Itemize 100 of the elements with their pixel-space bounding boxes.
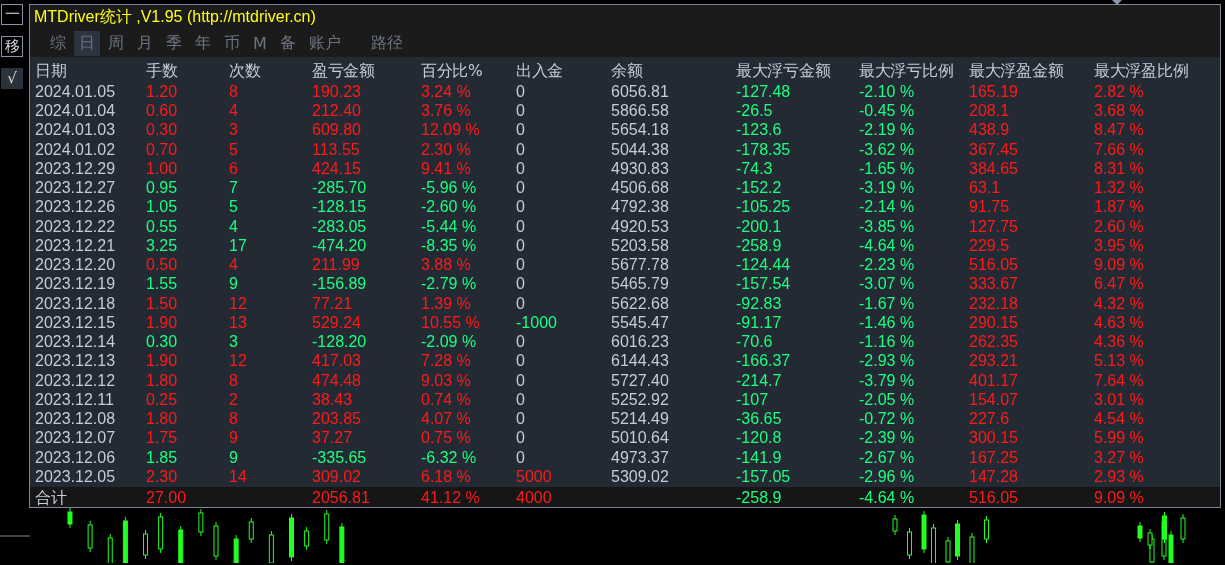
column-header: 出入金 — [516, 62, 565, 82]
column-header: 最大浮亏比例 — [859, 62, 955, 82]
table-cell-text: 0 — [516, 274, 526, 294]
table-cell-text: 2023.12.22 — [35, 216, 117, 236]
table-cell-text: 0 — [516, 81, 526, 101]
table-cell-text: -105.25 — [736, 197, 792, 217]
table-cell-text: 0.25 — [146, 389, 179, 409]
table-cell-text: -4.64 % — [859, 235, 916, 255]
candle — [67, 508, 73, 529]
candle — [87, 520, 93, 553]
tab[interactable]: 币 — [219, 30, 245, 56]
table-cell-text: 5622.68 — [611, 293, 670, 313]
table-cell-text: 5866.58 — [611, 101, 670, 121]
tab[interactable]: 备 — [274, 30, 301, 56]
side-button[interactable]: √ — [1, 68, 23, 89]
column-header: 盈亏金额 — [312, 62, 376, 82]
table-cell-text: -128.20 — [312, 332, 368, 352]
table-cell-text: 4.54 % — [1094, 409, 1145, 429]
table-cell-text: 6016.23 — [611, 332, 670, 352]
table-cell-text: 5545.47 — [611, 312, 670, 332]
table-cell-text: 0.50 — [146, 255, 179, 275]
table-cell-text: 0.95 — [146, 178, 179, 198]
table-cell-text: 438.9 — [969, 120, 1011, 140]
table-cell-text: -36.65 — [736, 409, 783, 429]
table-cell-text: -258.9 — [736, 487, 783, 507]
candle — [921, 510, 927, 554]
table-cell-text: 167.25 — [969, 447, 1019, 467]
table-cell-text: -2.23 % — [859, 255, 916, 275]
table-cell-text: 0.70 — [146, 139, 179, 159]
table-cell-text: 147.28 — [969, 466, 1019, 486]
table-cell-text: 2023.12.05 — [35, 466, 117, 486]
tab[interactable]: 日 — [74, 30, 100, 56]
tab[interactable]: 季 — [161, 30, 187, 56]
tab[interactable]: M — [248, 31, 272, 55]
table-cell-text: 7 — [229, 178, 239, 198]
table-cell-text: 5214.49 — [611, 409, 670, 429]
table-cell-text: -1.46 % — [859, 312, 916, 332]
tab[interactable]: 年 — [190, 30, 216, 56]
table-cell-text: 262.35 — [969, 332, 1019, 352]
table-cell-text: 2023.12.13 — [35, 351, 117, 371]
table-cell-text: 2.30 — [146, 466, 179, 486]
table-cell-text: 2023.12.12 — [35, 370, 117, 390]
table-cell-text: 529.24 — [312, 312, 362, 332]
tab[interactable]: 综 — [45, 30, 71, 56]
table-cell-text: -8.35 % — [421, 235, 478, 255]
table-cell-text: 0.30 — [146, 332, 179, 352]
table-cell-text: -0.72 % — [859, 409, 916, 429]
table-cell-text: 4000 — [516, 487, 553, 507]
candle — [122, 516, 128, 563]
candle — [324, 509, 330, 545]
candle — [969, 532, 975, 563]
table-cell-text: -2.93 % — [859, 351, 916, 371]
table-cell-text: 8 — [229, 409, 239, 429]
table-cell-text: 0 — [516, 389, 526, 409]
table-cell-text: 5677.78 — [611, 255, 670, 275]
table-cell-text: 0 — [516, 428, 526, 448]
table-cell-text: -70.6 — [736, 332, 774, 352]
candle — [339, 522, 345, 563]
table-cell-text: 7.28 % — [421, 351, 472, 371]
tab[interactable]: 路径 — [365, 30, 408, 56]
table-cell-text: -128.15 — [312, 197, 368, 217]
table-cell-text: 212.40 — [312, 101, 362, 121]
tab[interactable]: 周 — [103, 30, 129, 56]
table-cell-text: 516.05 — [969, 487, 1019, 507]
table-cell-text: 9.03 % — [421, 370, 472, 390]
table-cell-text: 2023.12.07 — [35, 428, 117, 448]
table-cell-text: -285.70 — [312, 178, 368, 198]
table-cell-text: 1.32 % — [1094, 178, 1145, 198]
table-cell-text: 0 — [516, 139, 526, 159]
table-cell-text: -157.54 — [736, 274, 792, 294]
table-cell-text: 4.07 % — [421, 409, 472, 429]
table-cell-text: 2023.12.15 — [35, 312, 117, 332]
table-cell-text: 0 — [516, 101, 526, 121]
table-cell-text: 3.68 % — [1094, 101, 1145, 121]
table-cell-text: 14 — [229, 466, 248, 486]
table-cell-text: 211.99 — [312, 255, 361, 275]
tab[interactable]: 月 — [132, 30, 158, 56]
table-cell-text: 5203.58 — [611, 235, 670, 255]
table-cell-text: 0 — [516, 293, 526, 313]
table-cell-text: 5.13 % — [1094, 351, 1145, 371]
table-cell-text: -2.10 % — [859, 81, 916, 101]
table-cell-text: 2023.12.26 — [35, 197, 117, 217]
side-button[interactable]: 一 — [1, 4, 23, 25]
side-button[interactable]: 移 — [1, 36, 23, 57]
table-cell-text: 0 — [516, 447, 526, 467]
table-cell-text: 3 — [229, 120, 239, 140]
table-cell-text: 0 — [516, 178, 526, 198]
table-cell-text: 1.87 % — [1094, 197, 1145, 217]
table-cell-text: -258.9 — [736, 235, 783, 255]
candle — [158, 512, 164, 554]
table-cell-text: 5.99 % — [1094, 428, 1145, 448]
tab[interactable]: 账户 — [303, 30, 346, 56]
table-cell-text: -26.5 — [736, 101, 774, 121]
table-cell-text: 5 — [229, 139, 239, 159]
candle — [248, 517, 254, 544]
table-cell-text: 113.55 — [312, 139, 361, 159]
table-cell-text: 5465.79 — [611, 274, 670, 294]
table-cell-text: 4.36 % — [1094, 332, 1145, 352]
table-cell-text: 2023.12.29 — [35, 158, 117, 178]
price-line — [0, 535, 31, 537]
